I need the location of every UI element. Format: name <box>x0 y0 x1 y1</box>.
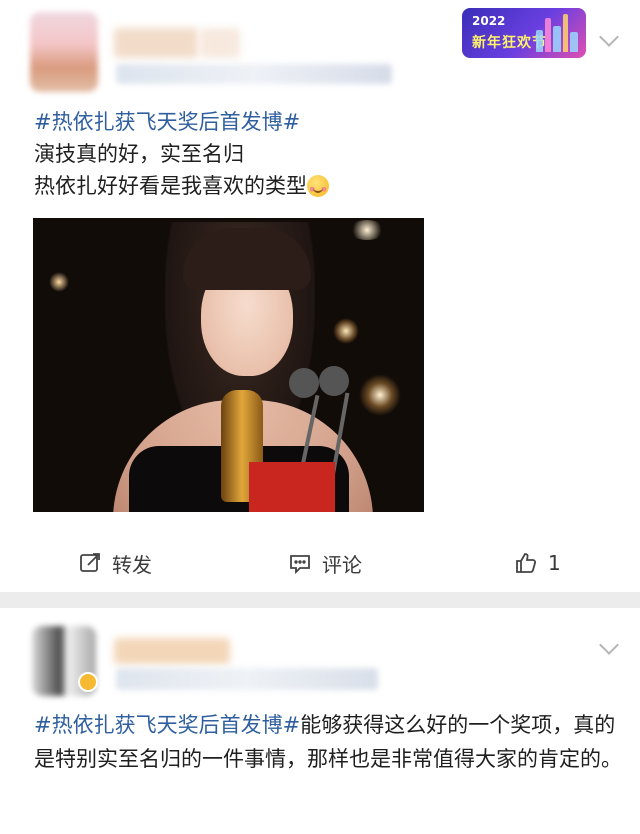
username-blurred[interactable] <box>114 28 198 58</box>
username-blurred[interactable] <box>114 638 230 664</box>
post-body: #热依扎获飞天奖后首发博#能够获得这么好的一个奖项，真的是特别实至名归的一件事情… <box>34 708 624 776</box>
chevron-down-icon[interactable] <box>599 635 619 655</box>
post-photo[interactable] <box>33 218 424 512</box>
verified-badge-icon <box>78 672 98 692</box>
event-badge-year: 2022 <box>472 14 506 28</box>
event-badge[interactable]: 2022 新年狂欢节 <box>462 8 586 58</box>
post-meta-blurred <box>116 668 378 690</box>
post-line-1: 演技真的好，实至名归 <box>34 142 244 166</box>
post-meta-blurred <box>116 64 392 84</box>
repost-button[interactable]: 转发 <box>78 548 152 578</box>
comment-button[interactable]: 评论 <box>288 548 362 578</box>
hashtag-link[interactable]: #热依扎获飞天奖后首发博# <box>34 713 300 737</box>
post-line-2: 热依扎好好看是我喜欢的类型 <box>34 174 307 198</box>
repost-icon <box>80 553 100 572</box>
post-action-bar: 转发 评论 1 <box>0 534 640 592</box>
comment-icon <box>290 555 310 575</box>
weibo-post-card: #热依扎获飞天奖后首发博#能够获得这么好的一个奖项，真的是特别实至名归的一件事情… <box>0 608 640 834</box>
skyline-graphic <box>534 12 580 52</box>
weibo-post-card: 2022 新年狂欢节 #热依扎获飞天奖后首发博# 演技真的好，实至名归 热依扎好… <box>0 0 640 592</box>
chevron-down-icon[interactable] <box>599 27 619 47</box>
repost-label: 转发 <box>112 552 152 577</box>
hashtag-link[interactable]: #热依扎获飞天奖后首发博# <box>34 110 300 134</box>
username-blurred-part <box>200 28 240 58</box>
post-body: #热依扎获飞天奖后首发博# 演技真的好，实至名归 热依扎好好看是我喜欢的类型 <box>34 106 594 202</box>
thumbs-up-icon <box>516 553 537 573</box>
like-count: 1 <box>548 551 561 575</box>
user-avatar[interactable] <box>30 12 98 92</box>
comment-label: 评论 <box>322 552 362 577</box>
like-button[interactable]: 1 <box>514 548 561 578</box>
smiling-face-emoji-icon <box>307 175 329 197</box>
